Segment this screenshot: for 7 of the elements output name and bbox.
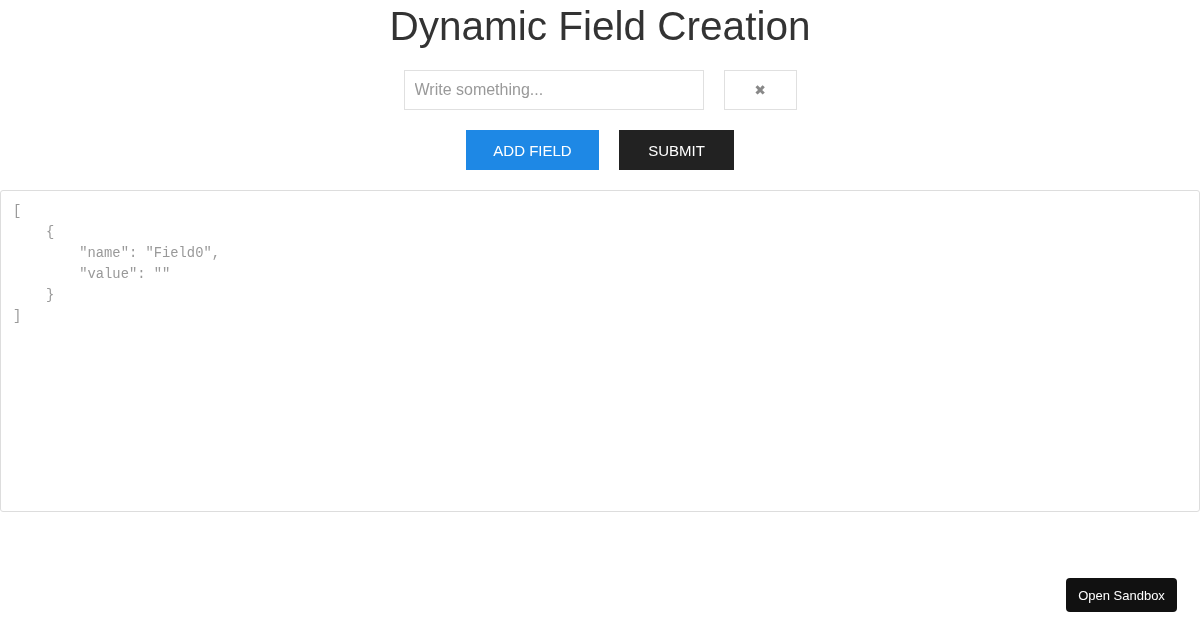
open-sandbox-button[interactable]: Open Sandbox — [1066, 578, 1177, 612]
page-title: Dynamic Field Creation — [389, 2, 811, 51]
json-output-text: [ { "name": "Field0", "value": "" } ] — [13, 203, 220, 326]
add-field-button[interactable]: ADD FIELD — [466, 130, 599, 170]
remove-field-button[interactable]: ✖ — [723, 70, 797, 110]
submit-button[interactable]: SUBMIT — [619, 130, 734, 170]
text-input-field[interactable]: Write something... — [403, 70, 704, 110]
